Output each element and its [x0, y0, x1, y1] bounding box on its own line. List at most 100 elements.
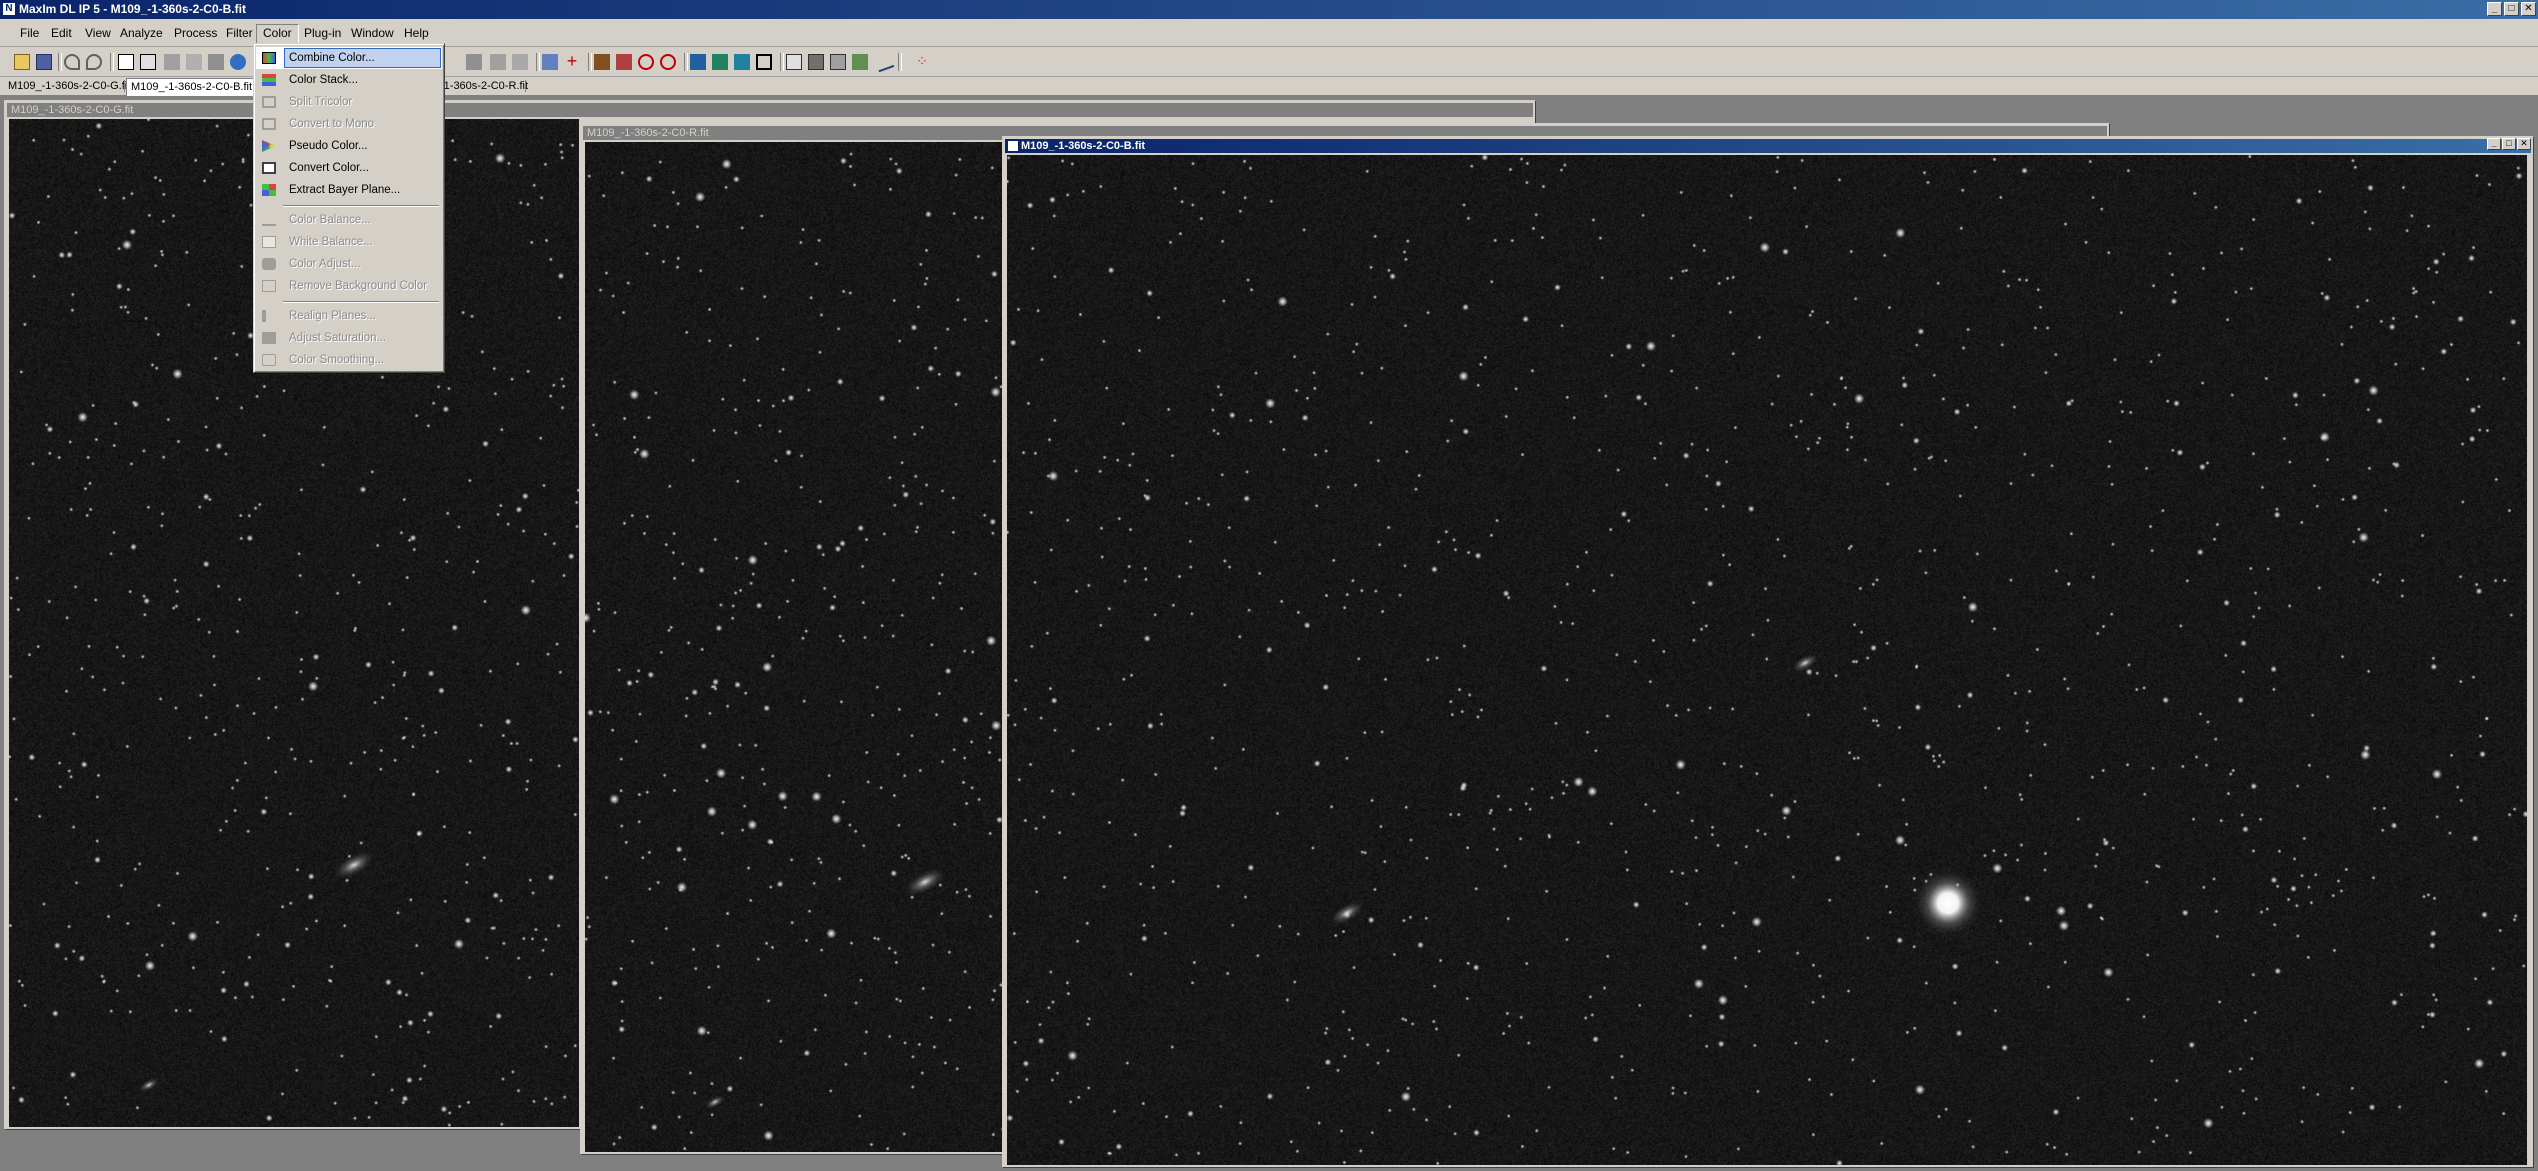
menu-item-label: Convert to Mono [289, 118, 375, 130]
menu-separator [283, 205, 439, 207]
color-balance-icon [262, 214, 276, 226]
menu-item-extract-bayer[interactable]: Extract Bayer Plane... [256, 179, 442, 201]
menu-window[interactable]: Window [345, 24, 400, 42]
crop-tool-icon[interactable] [208, 54, 224, 70]
menu-filter[interactable]: Filter [220, 24, 259, 42]
tile-icon[interactable] [734, 54, 750, 70]
menu-file[interactable]: File [14, 24, 45, 42]
bayer-plane-icon [262, 184, 276, 196]
maximize-button[interactable]: □ [2504, 2, 2519, 16]
frame-icon[interactable] [756, 54, 772, 70]
screen-stretch-icon[interactable] [466, 54, 482, 70]
star-field-blue-canvas[interactable] [1007, 155, 2527, 1165]
minimize-button[interactable]: _ [2487, 2, 2502, 16]
view-image-icon[interactable] [118, 54, 134, 70]
menu-edit[interactable]: Edit [45, 24, 78, 42]
flip-icon[interactable] [616, 54, 632, 70]
menu-view[interactable]: View [79, 24, 117, 42]
menu-item-convert-mono[interactable]: Convert to Mono [256, 113, 442, 135]
menu-item-color-balance[interactable]: Color Balance... [256, 209, 442, 231]
menu-item-label: Pseudo Color... [289, 140, 368, 152]
color-menu-dropdown: Combine Color... Color Stack... Split Tr… [253, 43, 445, 373]
toolbar-separator [588, 53, 592, 71]
white-balance-icon [262, 236, 276, 248]
image-window-blue-title-text: M109_-1-360s-2-C0-B.fit [1021, 140, 1146, 152]
menu-item-color-smoothing[interactable]: Color Smoothing... [256, 349, 442, 371]
copy-icon[interactable] [542, 54, 558, 70]
menu-item-label: Combine Color... [289, 52, 375, 64]
star-field-red-canvas[interactable] [585, 142, 1005, 1152]
menu-color[interactable]: Color [256, 24, 299, 44]
adjust-saturation-icon [262, 332, 276, 344]
tab-blue-image[interactable]: M109_-1-360s-2-C0-B.fit [126, 78, 258, 96]
graph-icon[interactable] [852, 54, 868, 70]
menu-item-realign-planes[interactable]: Realign Planes... [256, 305, 442, 327]
settings-icon[interactable]: ⁘ [914, 54, 930, 70]
realign-planes-icon [262, 310, 276, 322]
line-profile-icon[interactable] [873, 51, 895, 73]
split-tricolor-icon [262, 96, 276, 108]
menu-item-convert-color[interactable]: Convert Color... [256, 157, 442, 179]
stack-icon[interactable] [512, 54, 528, 70]
convert-mono-icon [262, 118, 276, 130]
tab-separator [124, 80, 125, 92]
rotate-icon[interactable] [638, 54, 654, 70]
child-close-button[interactable]: ✕ [2517, 138, 2531, 150]
child-minimize-button[interactable]: _ [2487, 138, 2501, 150]
crosshair-icon[interactable]: + [564, 52, 580, 70]
color-tool-icon[interactable] [594, 54, 610, 70]
convert-color-icon [262, 162, 276, 174]
menu-item-color-adjust[interactable]: Color Adjust... [256, 253, 442, 275]
window-b-icon[interactable] [808, 54, 824, 70]
window-a-icon[interactable] [786, 54, 802, 70]
tab-green-image[interactable]: M109_-1-360s-2-C0-G.fit [4, 78, 134, 95]
color-adjust-icon [262, 258, 276, 270]
menu-help[interactable]: Help [398, 24, 435, 42]
menu-item-adjust-saturation[interactable]: Adjust Saturation... [256, 327, 442, 349]
toolbar-separator [898, 53, 902, 71]
menu-item-label: Color Adjust... [289, 258, 361, 270]
app-title: MaxIm DL IP 5 - M109_-1-360s-2-C0-B.fit [19, 2, 246, 16]
info-tool-icon[interactable] [230, 54, 246, 70]
undo-icon[interactable] [64, 54, 80, 70]
save-icon[interactable] [36, 54, 52, 70]
color-stack-icon [262, 74, 276, 86]
image-window-green-title[interactable]: M109_-1-360s-2-C0-G.fit [7, 103, 1533, 117]
menu-item-label: Extract Bayer Plane... [289, 184, 401, 196]
toolbar-separator [684, 53, 688, 71]
redo-icon[interactable] [86, 54, 102, 70]
close-button[interactable]: ✕ [2521, 2, 2536, 16]
document-icon [1008, 141, 1018, 151]
color-smoothing-icon [262, 354, 276, 366]
child-maximize-button[interactable]: □ [2502, 138, 2516, 150]
menu-item-label: Remove Background Color [289, 280, 428, 292]
maxim-app-icon[interactable]: N [3, 3, 15, 15]
menu-item-split-tricolor[interactable]: Split Tricolor [256, 91, 442, 113]
menu-plug-in[interactable]: Plug-in [298, 24, 347, 42]
tab-red-image[interactable]: -1-360s-2-C0-R.fit [436, 78, 532, 95]
app-title-bar[interactable]: N MaxIm DL IP 5 - M109_-1-360s-2-C0-B.fi… [0, 0, 2538, 19]
layers-icon[interactable] [712, 54, 728, 70]
view-zoom-icon[interactable] [140, 54, 156, 70]
pan-tool-icon[interactable] [186, 54, 202, 70]
menu-item-combine-color[interactable]: Combine Color... [256, 47, 442, 69]
menu-analyze[interactable]: Analyze [114, 24, 169, 42]
menu-item-remove-bg-color[interactable]: Remove Background Color [256, 275, 442, 297]
menu-item-white-balance[interactable]: White Balance... [256, 231, 442, 253]
hand-tool-icon[interactable] [164, 54, 180, 70]
reset-icon[interactable] [660, 54, 676, 70]
menu-process[interactable]: Process [168, 24, 223, 42]
menu-item-pseudo-color[interactable]: Pseudo Color... [256, 135, 442, 157]
pseudo-color-icon [262, 140, 276, 152]
menu-item-label: White Balance... [289, 236, 373, 248]
menu-item-label: Realign Planes... [289, 310, 376, 322]
app-window-controls: _ □ ✕ [2487, 2, 2536, 16]
image-window-blue-title[interactable]: M109_-1-360s-2-C0-B.fit [1005, 139, 2531, 153]
calibrate-icon[interactable] [490, 54, 506, 70]
image-window-blue[interactable]: M109_-1-360s-2-C0-B.fit _ □ ✕ [1002, 136, 2534, 1168]
window-c-icon[interactable] [830, 54, 846, 70]
histogram-icon[interactable] [690, 54, 706, 70]
menu-item-color-stack[interactable]: Color Stack... [256, 69, 442, 91]
menu-item-label: Color Balance... [289, 214, 371, 226]
open-folder-icon[interactable] [14, 54, 30, 70]
